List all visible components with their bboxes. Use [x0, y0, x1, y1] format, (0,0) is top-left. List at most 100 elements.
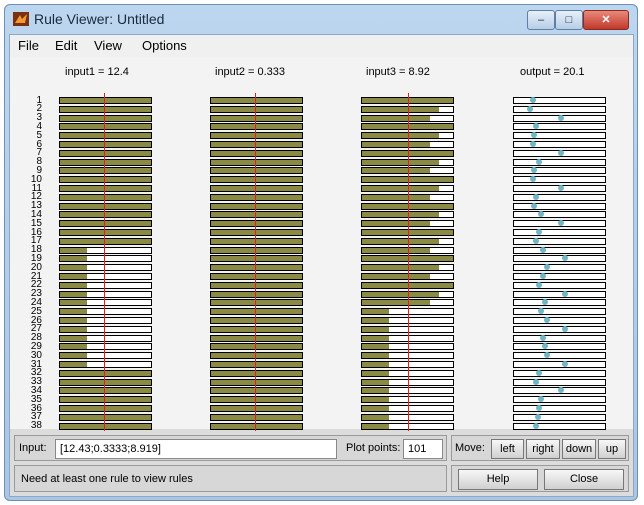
output-rule-cell[interactable]	[513, 405, 606, 412]
output-rule-cell[interactable]	[513, 237, 606, 245]
minimize-button[interactable]: –	[527, 10, 555, 30]
rule-plot-area[interactable]: input1 = 12.4 input2 = 0.333 input3 = 8.…	[10, 57, 633, 432]
input1-rule-cell[interactable]	[59, 237, 152, 245]
input2-rule-cell[interactable]	[210, 176, 303, 184]
maximize-button[interactable]: □	[555, 10, 583, 30]
input1-rule-cell[interactable]	[59, 405, 152, 412]
input1-rule-cell[interactable]	[59, 361, 152, 368]
menu-options[interactable]: Options	[142, 38, 187, 53]
input2-rule-cell[interactable]	[210, 334, 303, 342]
output-rule-cell[interactable]	[513, 352, 606, 360]
output-rule-cell[interactable]	[513, 114, 606, 122]
input1-rule-cell[interactable]	[59, 369, 152, 377]
output-rule-cell[interactable]	[513, 132, 606, 140]
output-rule-cell[interactable]	[513, 317, 606, 324]
input2-rule-cell[interactable]	[210, 308, 303, 316]
output-rule-cell[interactable]	[513, 211, 606, 219]
input-vector-field[interactable]: [12.43;0.3333;8.919]	[55, 439, 337, 459]
output-rule-cell[interactable]	[513, 299, 606, 307]
input1-rule-cell[interactable]	[59, 202, 152, 210]
output-rule-cell[interactable]	[513, 325, 606, 333]
input2-rule-cell[interactable]	[210, 343, 303, 351]
output-rule-cell[interactable]	[513, 343, 606, 351]
input1-rule-cell[interactable]	[59, 229, 152, 236]
input2-rule-cell[interactable]	[210, 422, 303, 430]
menu-edit[interactable]: Edit	[55, 38, 77, 53]
input2-rule-cell[interactable]	[210, 123, 303, 131]
input2-rule-cell[interactable]	[210, 273, 303, 280]
output-rule-cell[interactable]	[513, 255, 606, 263]
output-rule-cell[interactable]	[513, 334, 606, 342]
input2-rule-cell[interactable]	[210, 220, 303, 228]
output-rule-cell[interactable]	[513, 246, 606, 254]
input2-rule-cell[interactable]	[210, 229, 303, 236]
output-rule-cell[interactable]	[513, 167, 606, 175]
input1-rule-cell[interactable]	[59, 97, 152, 104]
input1-rule-cell[interactable]	[59, 123, 152, 131]
move-down-button[interactable]: down	[562, 439, 596, 459]
output-rule-cell[interactable]	[513, 220, 606, 228]
input2-rule-cell[interactable]	[210, 211, 303, 219]
input1-rule-cell[interactable]	[59, 352, 152, 360]
output-rule-cell[interactable]	[513, 149, 606, 157]
input2-rule-cell[interactable]	[210, 185, 303, 192]
input1-rule-cell[interactable]	[59, 132, 152, 140]
input2-rule-cell[interactable]	[210, 246, 303, 254]
output-rule-cell[interactable]	[513, 413, 606, 421]
move-right-button[interactable]: right	[526, 439, 560, 459]
plot-points-field[interactable]: 101	[403, 439, 443, 459]
output-rule-cell[interactable]	[513, 281, 606, 289]
output-rule-cell[interactable]	[513, 369, 606, 377]
input2-rule-cell[interactable]	[210, 387, 303, 395]
output-rule-cell[interactable]	[513, 387, 606, 395]
output-rule-cell[interactable]	[513, 273, 606, 280]
input2-value-marker[interactable]	[254, 93, 256, 432]
input1-rule-cell[interactable]	[59, 317, 152, 324]
output-rule-cell[interactable]	[513, 185, 606, 192]
input2-rule-cell[interactable]	[210, 202, 303, 210]
input1-rule-cell[interactable]	[59, 105, 152, 113]
input2-rule-cell[interactable]	[210, 378, 303, 386]
input1-rule-cell[interactable]	[59, 308, 152, 316]
input2-rule-cell[interactable]	[210, 149, 303, 157]
input1-rule-cell[interactable]	[59, 220, 152, 228]
input1-rule-cell[interactable]	[59, 193, 152, 201]
output-rule-cell[interactable]	[513, 202, 606, 210]
output-rule-cell[interactable]	[513, 176, 606, 184]
input2-rule-cell[interactable]	[210, 255, 303, 263]
input1-rule-cell[interactable]	[59, 149, 152, 157]
title-bar[interactable]: Rule Viewer: Untitled – □ ✕	[4, 4, 638, 34]
input2-rule-cell[interactable]	[210, 369, 303, 377]
input2-rule-cell[interactable]	[210, 105, 303, 113]
input2-rule-cell[interactable]	[210, 114, 303, 122]
output-rule-cell[interactable]	[513, 105, 606, 113]
output-rule-cell[interactable]	[513, 97, 606, 104]
input1-rule-cell[interactable]	[59, 396, 152, 404]
input1-rule-cell[interactable]	[59, 273, 152, 280]
input2-rule-cell[interactable]	[210, 141, 303, 148]
input1-rule-cell[interactable]	[59, 158, 152, 166]
input2-rule-cell[interactable]	[210, 158, 303, 166]
output-rule-cell[interactable]	[513, 158, 606, 166]
output-rule-cell[interactable]	[513, 308, 606, 316]
output-rule-cell[interactable]	[513, 396, 606, 404]
output-rule-cell[interactable]	[513, 422, 606, 430]
input2-rule-cell[interactable]	[210, 361, 303, 368]
menu-view[interactable]: View	[94, 38, 122, 53]
input3-value-marker[interactable]	[407, 93, 409, 432]
move-up-button[interactable]: up	[598, 439, 626, 459]
output-rule-cell[interactable]	[513, 193, 606, 201]
input2-rule-cell[interactable]	[210, 167, 303, 175]
input1-rule-cell[interactable]	[59, 290, 152, 298]
input2-rule-cell[interactable]	[210, 290, 303, 298]
close-window-button[interactable]: ✕	[583, 10, 629, 30]
input2-rule-cell[interactable]	[210, 352, 303, 360]
input1-rule-cell[interactable]	[59, 255, 152, 263]
input2-rule-cell[interactable]	[210, 97, 303, 104]
input1-rule-cell[interactable]	[59, 167, 152, 175]
input1-rule-cell[interactable]	[59, 114, 152, 122]
input2-rule-cell[interactable]	[210, 405, 303, 412]
input1-rule-cell[interactable]	[59, 343, 152, 351]
output-rule-cell[interactable]	[513, 378, 606, 386]
input1-rule-cell[interactable]	[59, 299, 152, 307]
